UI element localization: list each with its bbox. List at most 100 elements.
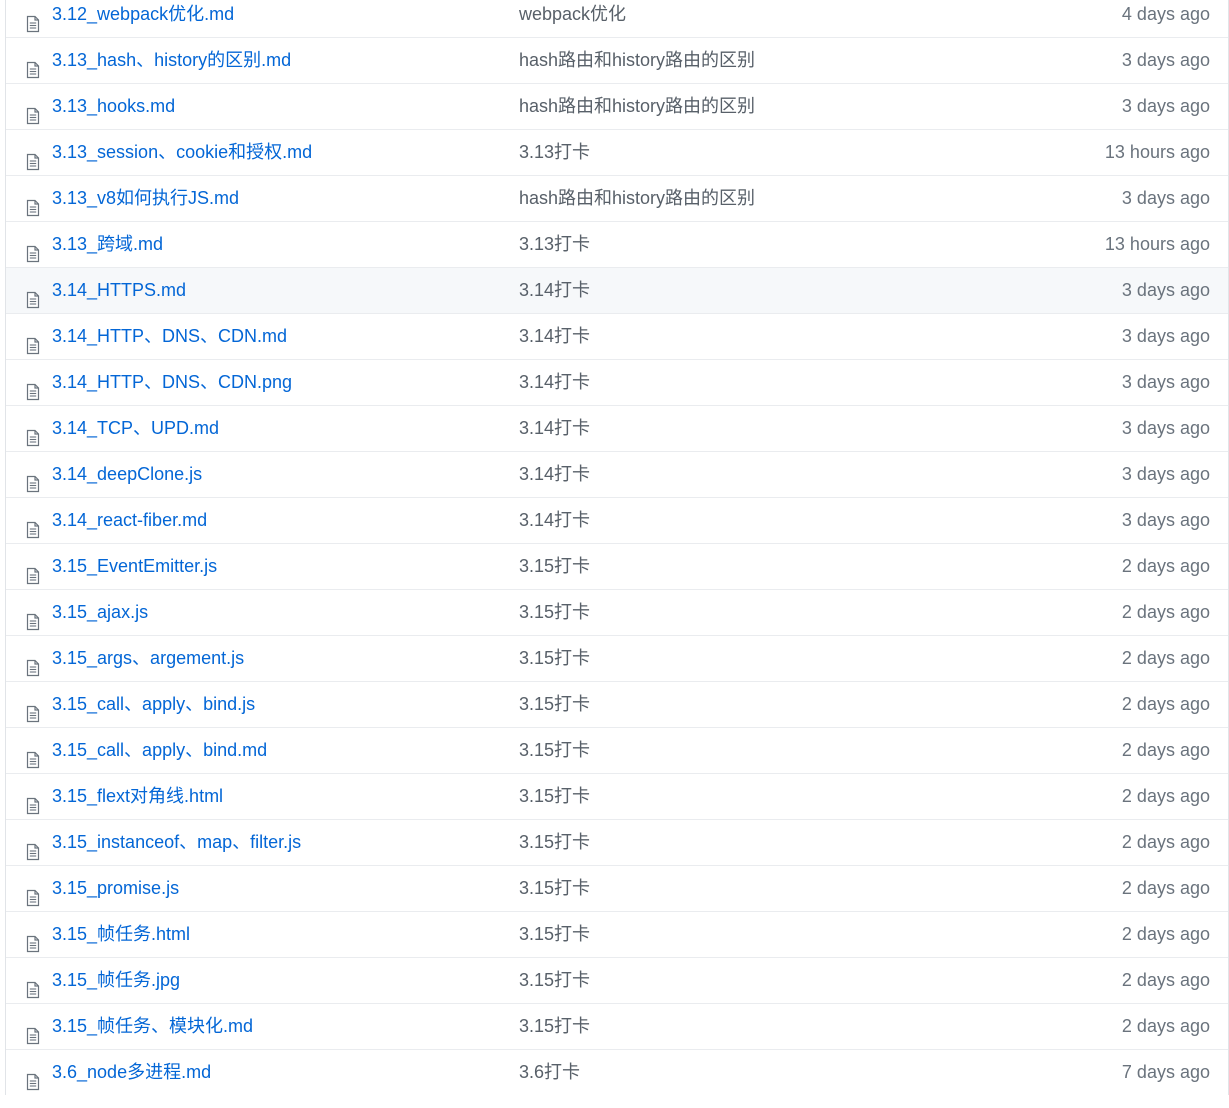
file-row: 3.14_react-fiber.md 3.14打卡 3 days ago <box>6 497 1228 543</box>
file-text-icon <box>26 833 40 861</box>
file-row: 3.15_EventEmitter.js 3.15打卡 2 days ago <box>6 543 1228 589</box>
file-name-link[interactable]: 3.13_session、cookie和授权.md <box>52 130 312 175</box>
file-row: 3.15_instanceof、map、filter.js 3.15打卡 2 d… <box>6 819 1228 865</box>
file-name-link[interactable]: 3.15_帧任务.jpg <box>52 958 180 1003</box>
commit-message-link[interactable]: 3.14打卡 <box>519 314 590 359</box>
commit-message-link[interactable]: hash路由和history路由的区别 <box>519 84 755 129</box>
commit-message-link[interactable]: 3.15打卡 <box>519 958 590 1003</box>
file-name-link[interactable]: 3.14_deepClone.js <box>52 452 202 497</box>
file-text-icon <box>26 189 40 217</box>
file-text-icon <box>26 787 40 815</box>
commit-message-link[interactable]: 3.15打卡 <box>519 544 590 589</box>
commit-message-link[interactable]: 3.14打卡 <box>519 406 590 451</box>
commit-age: 2 days ago <box>1121 648 1210 668</box>
file-name-link[interactable]: 3.15_instanceof、map、filter.js <box>52 820 301 865</box>
commit-message-link[interactable]: 3.15打卡 <box>519 1004 590 1049</box>
file-list: 3.12_webpack优化.md webpack优化 4 days ago 3… <box>5 0 1229 1095</box>
file-name-link[interactable]: 3.15_帧任务、模块化.md <box>52 1004 253 1049</box>
commit-message-link[interactable]: webpack优化 <box>519 0 626 37</box>
commit-message-link[interactable]: hash路由和history路由的区别 <box>519 176 755 221</box>
file-text-icon <box>26 143 40 171</box>
commit-message-link[interactable]: 3.6打卡 <box>519 1050 580 1095</box>
commit-message-link[interactable]: 3.14打卡 <box>519 452 590 497</box>
file-row: 3.15_args、argement.js 3.15打卡 2 days ago <box>6 635 1228 681</box>
file-name-link[interactable]: 3.15_帧任务.html <box>52 912 190 957</box>
commit-age: 2 days ago <box>1121 602 1210 622</box>
commit-message-link[interactable]: 3.15打卡 <box>519 590 590 635</box>
file-text-icon <box>26 649 40 677</box>
file-name-link[interactable]: 3.15_EventEmitter.js <box>52 544 217 589</box>
file-row: 3.13_hash、history的区别.md hash路由和history路由… <box>6 37 1228 83</box>
file-name-link[interactable]: 3.15_call、apply、bind.md <box>52 728 267 773</box>
file-text-icon <box>26 373 40 401</box>
file-name-link[interactable]: 3.15_ajax.js <box>52 590 148 635</box>
commit-age: 2 days ago <box>1121 786 1210 806</box>
commit-message-link[interactable]: 3.14打卡 <box>519 268 590 313</box>
file-name-link[interactable]: 3.14_TCP、UPD.md <box>52 406 219 451</box>
commit-age: 3 days ago <box>1121 510 1210 530</box>
file-row: 3.14_HTTP、DNS、CDN.md 3.14打卡 3 days ago <box>6 313 1228 359</box>
file-name-link[interactable]: 3.13_hooks.md <box>52 84 175 129</box>
file-row: 3.14_HTTP、DNS、CDN.png 3.14打卡 3 days ago <box>6 359 1228 405</box>
commit-age: 3 days ago <box>1121 418 1210 438</box>
commit-age: 2 days ago <box>1121 740 1210 760</box>
file-name-link[interactable]: 3.13_hash、history的区别.md <box>52 38 291 83</box>
file-name-link[interactable]: 3.14_HTTP、DNS、CDN.png <box>52 360 292 405</box>
commit-age: 13 hours ago <box>1104 234 1210 254</box>
commit-age: 3 days ago <box>1121 372 1210 392</box>
file-row: 3.13_跨域.md 3.13打卡 13 hours ago <box>6 221 1228 267</box>
commit-age: 4 days ago <box>1121 4 1210 24</box>
file-text-icon <box>26 557 40 585</box>
file-row: 3.15_帧任务、模块化.md 3.15打卡 2 days ago <box>6 1003 1228 1049</box>
commit-age: 3 days ago <box>1121 96 1210 116</box>
file-row: 3.15_call、apply、bind.md 3.15打卡 2 days ag… <box>6 727 1228 773</box>
file-name-link[interactable]: 3.13_跨域.md <box>52 222 163 267</box>
file-name-link[interactable]: 3.15_call、apply、bind.js <box>52 682 255 727</box>
file-row: 3.15_帧任务.html 3.15打卡 2 days ago <box>6 911 1228 957</box>
file-text-icon <box>26 879 40 907</box>
commit-message-link[interactable]: 3.13打卡 <box>519 222 590 267</box>
commit-message-link[interactable]: 3.15打卡 <box>519 728 590 773</box>
file-name-link[interactable]: 3.13_v8如何执行JS.md <box>52 176 239 221</box>
file-row: 3.13_v8如何执行JS.md hash路由和history路由的区别 3 d… <box>6 175 1228 221</box>
file-row: 3.13_hooks.md hash路由和history路由的区别 3 days… <box>6 83 1228 129</box>
file-text-icon <box>26 235 40 263</box>
file-text-icon <box>26 97 40 125</box>
file-text-icon <box>26 327 40 355</box>
commit-message-link[interactable]: 3.14打卡 <box>519 360 590 405</box>
file-text-icon <box>26 695 40 723</box>
file-name-link[interactable]: 3.14_HTTPS.md <box>52 268 186 313</box>
commit-message-link[interactable]: 3.13打卡 <box>519 130 590 175</box>
file-name-link[interactable]: 3.14_HTTP、DNS、CDN.md <box>52 314 287 359</box>
file-text-icon <box>26 603 40 631</box>
file-name-link[interactable]: 3.6_node多进程.md <box>52 1050 211 1095</box>
file-row: 3.14_TCP、UPD.md 3.14打卡 3 days ago <box>6 405 1228 451</box>
file-text-icon <box>26 971 40 999</box>
commit-age: 13 hours ago <box>1104 142 1210 162</box>
file-row: 3.15_帧任务.jpg 3.15打卡 2 days ago <box>6 957 1228 1003</box>
commit-message-link[interactable]: hash路由和history路由的区别 <box>519 38 755 83</box>
file-name-link[interactable]: 3.15_args、argement.js <box>52 636 244 681</box>
commit-message-link[interactable]: 3.14打卡 <box>519 498 590 543</box>
commit-message-link[interactable]: 3.15打卡 <box>519 912 590 957</box>
file-text-icon <box>26 925 40 953</box>
commit-message-link[interactable]: 3.15打卡 <box>519 682 590 727</box>
commit-age: 3 days ago <box>1121 464 1210 484</box>
file-text-icon <box>26 1063 40 1091</box>
file-text-icon <box>26 51 40 79</box>
file-text-icon <box>26 281 40 309</box>
file-name-link[interactable]: 3.12_webpack优化.md <box>52 0 234 37</box>
commit-message-link[interactable]: 3.15打卡 <box>519 866 590 911</box>
commit-age: 3 days ago <box>1121 326 1210 346</box>
commit-message-link[interactable]: 3.15打卡 <box>519 820 590 865</box>
file-name-link[interactable]: 3.15_flext对角线.html <box>52 774 223 819</box>
commit-message-link[interactable]: 3.15打卡 <box>519 636 590 681</box>
commit-age: 3 days ago <box>1121 188 1210 208</box>
file-name-link[interactable]: 3.15_promise.js <box>52 866 179 911</box>
file-name-link[interactable]: 3.14_react-fiber.md <box>52 498 207 543</box>
commit-age: 2 days ago <box>1121 1016 1210 1036</box>
file-row: 3.15_call、apply、bind.js 3.15打卡 2 days ag… <box>6 681 1228 727</box>
commit-age: 2 days ago <box>1121 878 1210 898</box>
commit-message-link[interactable]: 3.15打卡 <box>519 774 590 819</box>
file-row: 3.13_session、cookie和授权.md 3.13打卡 13 hour… <box>6 129 1228 175</box>
